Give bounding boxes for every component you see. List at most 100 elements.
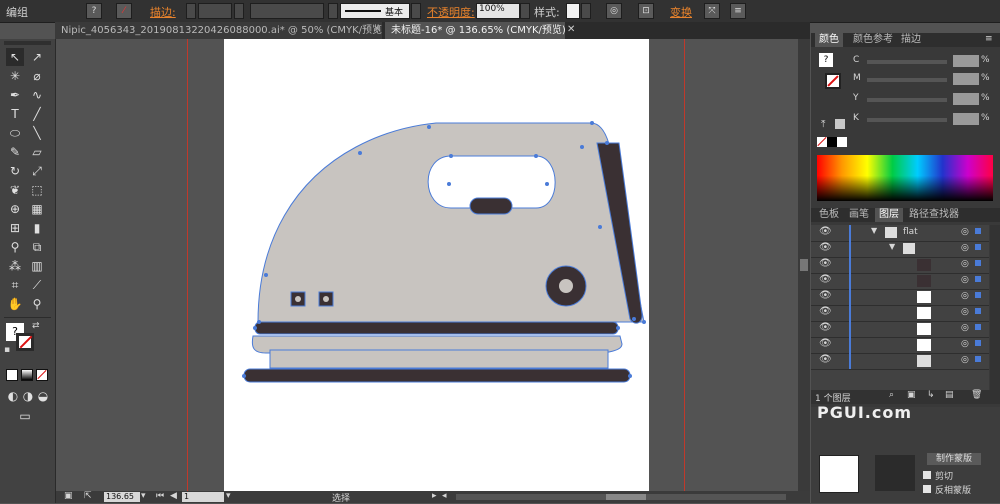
visibility-eye-icon[interactable]: 👁 [819,290,832,301]
canvas-pasteboard[interactable] [56,39,810,491]
mask-thumbnail[interactable] [875,455,915,491]
prev-artboard-icon[interactable]: ◀ [170,491,177,501]
ellipse-tool-icon[interactable]: ⬭ [6,124,24,142]
paintbrush-tool-icon[interactable]: ╲ [28,124,46,142]
pen-tool-icon[interactable]: ✒ [6,86,24,104]
target-icon[interactable]: ◎ [961,307,969,317]
new-layer-icon[interactable]: ▤ [945,390,954,400]
artboard-navigation-icon[interactable]: ▣ [64,491,73,501]
stroke-label[interactable]: 描边: [150,4,176,20]
target-icon[interactable]: ◎ [961,275,969,285]
tab-nipic-document[interactable]: Nipic_4056343_20190813220426088000.ai* @… [55,22,382,39]
stroke-weight-stepper[interactable] [186,3,196,19]
artboard-dropdown-icon[interactable]: ▾ [226,491,231,501]
panel-menu-icon[interactable]: ≡ [985,34,993,44]
new-sublayer-icon[interactable]: ↳ [927,390,935,400]
layer-name[interactable]: flat [903,227,918,237]
cyan-slider-row[interactable]: C % [853,55,999,73]
yellow-slider[interactable] [867,98,947,102]
none-swatch[interactable] [817,136,827,147]
invert-mask-checkbox[interactable] [923,485,931,493]
black-slider-row[interactable]: K % [853,113,999,131]
shape-builder-tool-icon[interactable]: ⊕ [6,200,24,218]
column-graph-tool-icon[interactable]: ▥ [28,257,46,275]
zoom-input[interactable]: 136.65 [104,492,140,502]
cyan-slider[interactable] [867,60,947,64]
toolbar-grip[interactable] [4,41,51,45]
visibility-eye-icon[interactable]: 👁 [819,322,832,333]
sublayer-row[interactable]: 👁 ◎ [811,257,989,274]
selection-indicator[interactable] [975,244,981,250]
mesh-tool-icon[interactable]: ⊞ [6,219,24,237]
artboard-number-input[interactable]: 1 [182,492,224,502]
visibility-eye-icon[interactable]: 👁 [819,242,832,253]
magenta-slider[interactable] [867,78,947,82]
visibility-eye-icon[interactable]: 👁 [819,226,832,237]
blend-tool-icon[interactable]: ⧉ [28,238,46,256]
eraser-tool-icon[interactable]: ▱ [28,143,46,161]
expand-arrow-icon[interactable]: ▼ [889,242,895,251]
type-tool-icon[interactable]: T [6,105,24,123]
brush-select[interactable]: 基本 [340,3,410,19]
layers-list[interactable]: 👁 ▼ flat ◎ 👁 ▼ ◎ 👁 ◎ 👁 ◎ 👁 ◎ 👁 ◎ 👁 ◎ 👁 ◎… [811,225,989,390]
layer-row-group[interactable]: 👁 ▼ ◎ [811,241,989,258]
panel-menu-icon[interactable]: ≡ [730,3,746,19]
pencil-tool-icon[interactable]: ✎ [6,143,24,161]
close-tab-icon[interactable]: ✕ [567,24,575,35]
scale-tool-icon[interactable]: ⤢ [28,162,46,180]
graphic-style-dropdown[interactable] [581,3,591,19]
draw-inside-icon[interactable]: ◒ [34,387,52,405]
fill-swatch[interactable]: ? [86,3,102,19]
gradient-mode-icon[interactable] [21,369,33,381]
black-slider[interactable] [867,118,947,122]
target-icon[interactable]: ◎ [961,259,969,269]
first-artboard-icon[interactable]: ⏮ [156,491,164,501]
transform-label[interactable]: 变换 [670,4,692,20]
selection-tool-icon[interactable]: ↖ [6,48,24,66]
target-icon[interactable]: ◎ [961,339,969,349]
status-arrow-icon[interactable]: ▸ [432,491,437,501]
warp-tool-icon[interactable]: ❦ [6,181,24,199]
magenta-slider-row[interactable]: M % [853,73,999,91]
black-swatch[interactable] [827,137,837,147]
default-colors-icon[interactable]: ▪ [4,345,10,355]
visibility-eye-icon[interactable]: 👁 [819,258,832,269]
symbol-sprayer-tool-icon[interactable]: ⁂ [6,257,24,275]
stroke-swatch[interactable]: ⁄ [116,3,132,19]
target-icon[interactable]: ◎ [961,291,969,301]
variable-width-arrow[interactable] [328,3,338,19]
zoom-tool-icon[interactable]: ⚲ [28,295,46,313]
gradient-tool-icon[interactable]: ▮ [28,219,46,237]
layers-scrollbar[interactable] [990,225,1000,390]
zoom-dropdown-icon[interactable]: ▾ [141,491,146,501]
cyan-value-input[interactable] [953,55,979,67]
panel-stroke-swatch[interactable] [825,73,841,89]
graphic-style-swatch[interactable] [566,3,580,19]
close-tab-icon[interactable]: ✕ [373,24,381,35]
swap-fill-stroke-icon[interactable]: ⇄ [32,321,40,331]
magenta-value-input[interactable] [953,73,979,85]
sublayer-row[interactable]: 👁 ◎ [811,289,989,306]
sublayer-row[interactable]: 👁 ◎ [811,337,989,354]
scroll-thumb[interactable] [800,259,808,271]
brush-dropdown[interactable] [411,3,421,19]
stroke-weight-input[interactable] [198,3,232,19]
target-icon[interactable]: ◎ [961,323,969,333]
tab-swatches[interactable]: 色板 [815,208,843,222]
panel-fill-swatch[interactable]: ? [819,53,833,67]
perspective-grid-tool-icon[interactable]: ▦ [28,200,46,218]
artboard-tool-icon[interactable]: ⌗ [6,276,24,294]
hand-tool-icon[interactable]: ✋ [6,295,24,313]
tab-pathfinder[interactable]: 路径查找器 [905,208,963,222]
stroke-weight-dropdown[interactable] [234,3,244,19]
visibility-eye-icon[interactable]: 👁 [819,354,832,365]
eyedropper-tool-icon[interactable]: ⚲ [6,238,24,256]
tab-layers[interactable]: 图层 [875,208,903,222]
yellow-slider-row[interactable]: Y % [853,93,999,111]
slice-tool-icon[interactable]: ⟋ [28,276,46,294]
tab-color-guide[interactable]: 颜色参考 [849,33,897,47]
make-mask-button[interactable]: 制作蒙版 [927,453,981,465]
target-icon[interactable]: ◎ [961,355,969,365]
print-tiling-icon[interactable]: ⇱ [84,491,92,501]
color-spectrum-picker[interactable] [817,155,993,201]
